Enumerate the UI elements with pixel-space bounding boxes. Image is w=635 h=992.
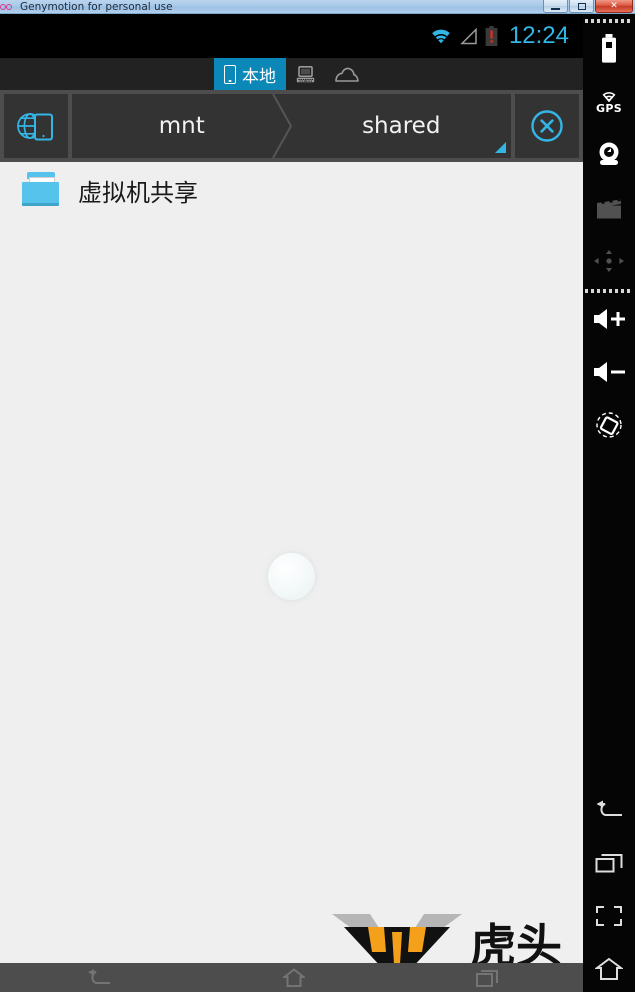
video-icon (597, 196, 621, 218)
breadcrumb-item-mnt[interactable]: mnt (72, 94, 292, 158)
toolbar-divider-middle (585, 289, 633, 293)
home-icon (595, 957, 623, 980)
maximize-button[interactable] (569, 0, 594, 13)
minimize-icon (551, 7, 560, 10)
toolbar-home-button[interactable] (583, 945, 635, 992)
back-icon[interactable] (86, 968, 112, 987)
android-navigation-bar (0, 963, 583, 992)
tab-local[interactable]: 本地 (214, 58, 286, 90)
path-breadcrumb-bar: mnt shared (0, 90, 583, 162)
wifi-icon (432, 29, 450, 44)
toolbar-video-button[interactable] (583, 184, 635, 231)
toolbar-rotate-button[interactable] (583, 401, 635, 448)
tab-local-label: 本地 (242, 66, 276, 87)
android-status-bar: 12:24 (0, 14, 583, 58)
close-button[interactable]: ✕ (595, 0, 633, 13)
breadcrumb-item-shared-label: shared (362, 113, 441, 139)
breadcrumb-close-button[interactable] (515, 94, 579, 158)
breadcrumb-path: mnt shared (72, 94, 511, 158)
toolbar-gps-button[interactable]: GPS (583, 78, 635, 125)
battery-icon (602, 33, 616, 63)
chevron-right-icon (271, 94, 292, 158)
toolbar-recents-button[interactable] (583, 839, 635, 886)
back-icon (596, 800, 622, 816)
list-item-label: 虚拟机共享 (78, 178, 198, 207)
tab-computer[interactable] (286, 58, 325, 90)
source-tab-strip: 本地 (0, 58, 583, 90)
maximize-icon (577, 2, 586, 10)
rotate-icon (596, 411, 622, 438)
volume-down-icon (594, 361, 625, 382)
breadcrumb-item-mnt-label: mnt (158, 113, 205, 139)
breadcrumb-root-button[interactable] (4, 94, 68, 158)
close-icon: ✕ (610, 0, 618, 11)
folder-icon (17, 172, 61, 208)
window-controls: ✕ (542, 0, 633, 13)
status-clock: 12:24 (508, 22, 569, 49)
toolbar-volume-up-button[interactable] (583, 295, 635, 342)
android-device-screen: 12:24 本地 mnt shared 虚拟机共享 虎头 (0, 14, 583, 992)
breadcrumb-corner-marker-icon (495, 142, 506, 153)
toolbar-camera-button[interactable] (583, 131, 635, 178)
toolbar-dpad-button[interactable] (583, 237, 635, 284)
list-item[interactable]: 虚拟机共享 (0, 162, 583, 218)
battery-alert-icon (485, 26, 498, 46)
gps-icon: GPS (596, 89, 622, 114)
genymotion-toolbar: GPS (583, 14, 635, 992)
minimize-button[interactable] (543, 0, 568, 13)
phone-icon (224, 64, 236, 84)
loading-circle (268, 553, 315, 600)
window-title: Genymotion for personal use (20, 0, 173, 13)
signal-icon (460, 27, 477, 44)
cloud-icon (335, 67, 359, 82)
tab-cloud[interactable] (325, 58, 369, 90)
recents-icon[interactable] (475, 969, 498, 987)
recents-icon (595, 853, 623, 872)
genymotion-logo-icon (0, 1, 16, 13)
fullscreen-icon (596, 905, 622, 926)
toolbar-fullscreen-button[interactable] (583, 892, 635, 939)
gps-label: GPS (596, 102, 622, 115)
toolbar-battery-button[interactable] (583, 25, 635, 72)
computer-icon (296, 65, 315, 82)
volume-up-icon (594, 308, 625, 329)
window-title-bar: Genymotion for personal use ✕ (0, 0, 635, 14)
toolbar-back-button[interactable] (583, 786, 635, 833)
toolbar-divider-top (585, 19, 633, 23)
toolbar-volume-down-button[interactable] (583, 348, 635, 395)
breadcrumb-item-shared[interactable]: shared (292, 94, 512, 158)
close-circle-icon (531, 110, 563, 142)
dpad-icon (594, 249, 624, 272)
globe-device-icon (17, 113, 53, 141)
home-icon[interactable] (282, 967, 305, 988)
status-icons (430, 26, 498, 46)
camera-icon (599, 142, 619, 165)
